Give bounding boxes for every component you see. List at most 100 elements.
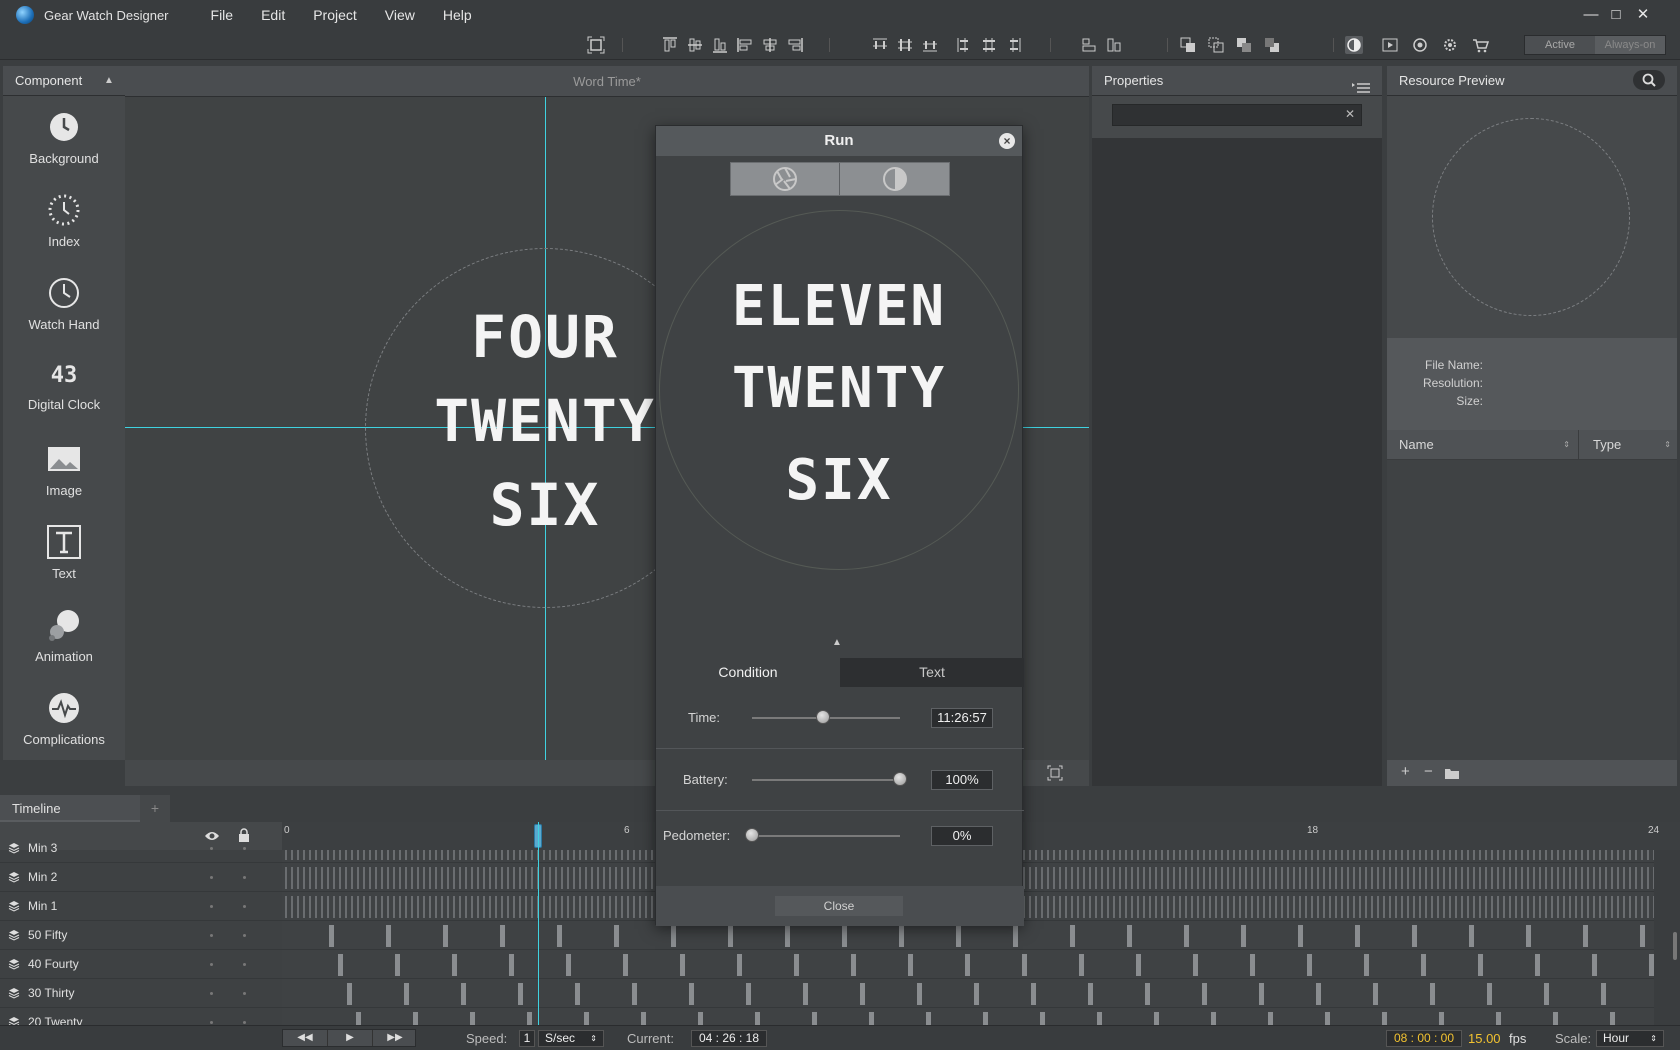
keyframe[interactable] xyxy=(1268,1012,1273,1025)
keyframe[interactable] xyxy=(573,867,575,889)
layer-lock-dot[interactable] xyxy=(243,934,246,937)
keyframe[interactable] xyxy=(557,925,562,947)
keyframe[interactable] xyxy=(1551,850,1553,860)
keyframe[interactable] xyxy=(1401,850,1403,860)
keyframe[interactable] xyxy=(1503,867,1505,889)
ambient-mode-icon[interactable] xyxy=(1345,36,1363,54)
component-animation[interactable]: Animation xyxy=(3,608,125,664)
keyframe[interactable] xyxy=(291,867,293,889)
keyframe[interactable] xyxy=(1533,867,1535,889)
keyframe[interactable] xyxy=(1097,1012,1102,1025)
keyframe[interactable] xyxy=(1323,867,1325,889)
keyframe[interactable] xyxy=(746,983,751,1005)
keyframe[interactable] xyxy=(345,867,347,889)
keyframe[interactable] xyxy=(297,867,299,889)
keyframe[interactable] xyxy=(1221,867,1223,889)
keyframe[interactable] xyxy=(1491,867,1493,889)
keyframe[interactable] xyxy=(1311,850,1313,860)
keyframe[interactable] xyxy=(357,867,359,889)
keyframe[interactable] xyxy=(1065,850,1067,860)
keyframe[interactable] xyxy=(1083,896,1085,918)
keyframe[interactable] xyxy=(645,896,647,918)
keyframe[interactable] xyxy=(363,896,365,918)
keyframe[interactable] xyxy=(303,867,305,889)
keyframe[interactable] xyxy=(1485,896,1487,918)
keyframe[interactable] xyxy=(393,850,395,860)
keyframe[interactable] xyxy=(1275,896,1277,918)
keyframe[interactable] xyxy=(1341,896,1343,918)
keyframe[interactable] xyxy=(399,867,401,889)
keyframe[interactable] xyxy=(609,896,611,918)
keyframe[interactable] xyxy=(1569,896,1571,918)
timeline-scrollbar[interactable] xyxy=(1654,850,1680,1025)
keyframe[interactable] xyxy=(1347,867,1349,889)
keyframe[interactable] xyxy=(645,867,647,889)
keyframe[interactable] xyxy=(1599,850,1601,860)
keyframe[interactable] xyxy=(1245,867,1247,889)
keyframe[interactable] xyxy=(1329,896,1331,918)
add-resource-icon[interactable]: + xyxy=(1401,763,1410,780)
keyframe[interactable] xyxy=(579,850,581,860)
layer-lock-dot[interactable] xyxy=(243,992,246,995)
fast-forward-icon[interactable]: ▶▶ xyxy=(373,1030,417,1046)
scale-select[interactable]: Hour ⇕ xyxy=(1596,1030,1664,1047)
component-background[interactable]: Background xyxy=(3,110,125,166)
keyframe[interactable] xyxy=(387,850,389,860)
keyframe[interactable] xyxy=(1359,867,1361,889)
keyframe[interactable] xyxy=(489,867,491,889)
layer-lock-dot[interactable] xyxy=(243,847,246,850)
keyframe[interactable] xyxy=(395,954,400,976)
keyframe[interactable] xyxy=(917,983,922,1005)
keyframe[interactable] xyxy=(1599,896,1601,918)
keyframe[interactable] xyxy=(1569,867,1571,889)
keyframe[interactable] xyxy=(1245,896,1247,918)
keyframe[interactable] xyxy=(1325,1012,1330,1025)
current-time-input[interactable]: 04 : 26 : 18 xyxy=(691,1030,767,1047)
tab-condition[interactable]: Condition xyxy=(656,658,840,687)
layer-visibility-dot[interactable] xyxy=(210,963,213,966)
keyframe[interactable] xyxy=(519,850,521,860)
keyframe[interactable] xyxy=(1455,867,1457,889)
column-type-header[interactable]: Type ⇕ xyxy=(1579,430,1677,460)
keyframe[interactable] xyxy=(413,1012,418,1025)
keyframe[interactable] xyxy=(1202,983,1207,1005)
keyframe[interactable] xyxy=(689,983,694,1005)
keyframe[interactable] xyxy=(1341,867,1343,889)
keyframe[interactable] xyxy=(483,867,485,889)
layer-visibility-dot[interactable] xyxy=(210,876,213,879)
bring-to-front-icon[interactable] xyxy=(1235,36,1253,54)
keyframe[interactable] xyxy=(1635,850,1637,860)
keyframe[interactable] xyxy=(1167,850,1169,860)
keyframe[interactable] xyxy=(1311,896,1313,918)
keyframe[interactable] xyxy=(1065,867,1067,889)
keyframe[interactable] xyxy=(543,850,545,860)
keyframe[interactable] xyxy=(1365,896,1367,918)
keyframe[interactable] xyxy=(1593,867,1595,889)
keyframe[interactable] xyxy=(489,850,491,860)
keyframe[interactable] xyxy=(1539,850,1541,860)
keyframe[interactable] xyxy=(315,896,317,918)
keyframe[interactable] xyxy=(1287,867,1289,889)
rewind-icon[interactable]: ◀◀ xyxy=(283,1030,327,1046)
keyframe[interactable] xyxy=(728,925,733,947)
keyframe[interactable] xyxy=(1431,850,1433,860)
keyframe[interactable] xyxy=(1179,896,1181,918)
keyframe[interactable] xyxy=(513,896,515,918)
close-button[interactable]: Close xyxy=(775,896,903,916)
layer-lock-dot[interactable] xyxy=(243,876,246,879)
keyframe[interactable] xyxy=(627,850,629,860)
keyframe[interactable] xyxy=(609,867,611,889)
timeline-track-row[interactable] xyxy=(282,979,1654,1008)
keyframe[interactable] xyxy=(309,896,311,918)
keyframe[interactable] xyxy=(333,867,335,889)
pedometer-slider-track[interactable] xyxy=(752,835,900,837)
keyframe[interactable] xyxy=(1154,1012,1159,1025)
keyframe[interactable] xyxy=(1526,925,1531,947)
keyframe[interactable] xyxy=(1197,850,1199,860)
keyframe[interactable] xyxy=(983,1012,988,1025)
keyframe[interactable] xyxy=(1071,896,1073,918)
keyframe[interactable] xyxy=(1419,867,1421,889)
keyframe[interactable] xyxy=(452,954,457,976)
distribute-middle-icon[interactable] xyxy=(896,36,914,54)
fit-screen-icon[interactable] xyxy=(587,36,605,54)
